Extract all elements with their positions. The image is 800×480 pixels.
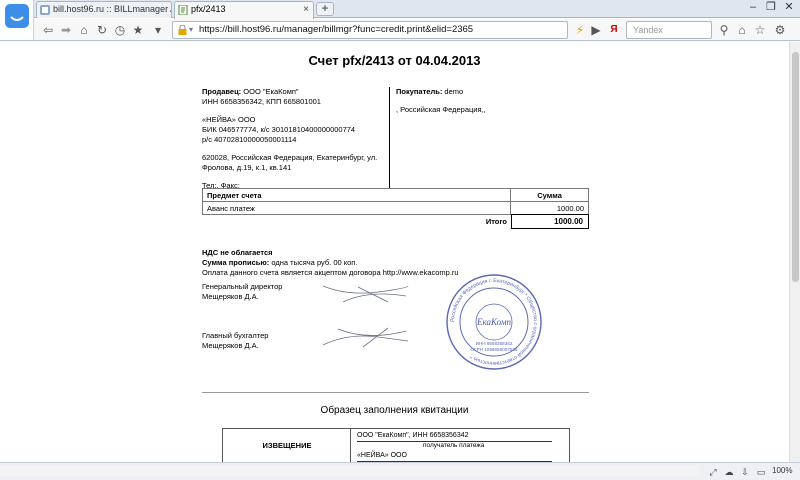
accountant-signature-block: Главный бухгалтер Мещеряков Д.А.: [202, 331, 322, 351]
director-title: Генеральный директор: [202, 282, 283, 291]
company-stamp-icon: Российская Федерация г. Екатеринбург * О…: [446, 274, 542, 370]
buyer-label: Покупатель:: [396, 87, 443, 96]
total-label: Итого: [485, 217, 507, 226]
receipt-section-title: Образец заполнения квитанции: [320, 405, 469, 416]
tab-bar: bill.host96.ru :: BILLmanager Adva... pf…: [0, 0, 800, 19]
close-window-icon[interactable]: ✕: [780, 0, 798, 16]
seller-address-line2: Фролова, д.19, к.1, кв.141: [202, 163, 292, 172]
status-bar: ⤢ ☁ ⇩ ▭ 100%: [0, 462, 800, 480]
buyer-block: Покупатель: demo , Российская Федерация,…: [396, 87, 586, 115]
invoice-title: Счет pfx/2413 от 04.04.2013: [308, 53, 481, 68]
tab-billmanager[interactable]: bill.host96.ru :: BILLmanager Adva...: [36, 1, 172, 18]
download-icon[interactable]: ⇩: [738, 466, 752, 478]
screen-icon[interactable]: ▭: [754, 466, 768, 478]
director-name: Мещеряков Д.А.: [202, 292, 259, 301]
accountant-signature-icon: [322, 327, 409, 348]
document-favicon-icon: [178, 4, 188, 16]
seller-name: ООО "ЕкаКомп": [243, 87, 299, 96]
tab-label: bill.host96.ru :: BILLmanager Adva...: [53, 4, 171, 14]
forward-icon[interactable]: ➡: [58, 22, 74, 38]
column-divider: [389, 87, 390, 188]
seller-block: Продавец: ООО "ЕкаКомп" ИНН 6658356342, …: [202, 87, 387, 191]
receipt-bank: «НЕЙВА» ООО: [357, 452, 407, 459]
amount-words: одна тысяча руб. 00 коп.: [271, 258, 358, 267]
cloud-icon[interactable]: ☁: [722, 466, 736, 478]
horizontal-scrollbar[interactable]: [0, 465, 700, 476]
total-row: Итого 1000.00: [202, 214, 589, 229]
lock-icon: [178, 24, 187, 35]
receipt-notice-label: ИЗВЕЩЕНИЕ: [262, 441, 312, 450]
director-signature-block: Генеральный директор Мещеряков Д.А.: [202, 282, 322, 302]
browser-logo-icon: [0, 0, 34, 40]
speed-dial-icon[interactable]: ⤢: [706, 466, 720, 478]
seller-bik: БИК 046577774, к/с 30101810400000000774: [202, 125, 356, 134]
search-placeholder: Yandex: [633, 25, 663, 35]
scrollbar-thumb[interactable]: [792, 52, 799, 282]
seller-address-line1: 620028, Российская Федерация, Екатеринбу…: [202, 153, 378, 162]
seller-bank: «НЕЙВА» ООО: [202, 115, 256, 124]
accountant-name: Мещеряков Д.А.: [202, 341, 259, 350]
sum-cell: 1000.00: [510, 201, 589, 215]
home-icon[interactable]: ⌂: [76, 22, 92, 38]
lightning-icon[interactable]: ⚡: [572, 22, 588, 38]
history-icon[interactable]: ◷: [112, 22, 128, 38]
search-input[interactable]: Yandex: [626, 21, 712, 39]
accountant-title: Главный бухгалтер: [202, 331, 269, 340]
back-icon[interactable]: ⇦: [40, 22, 56, 38]
page-favicon-icon: [40, 5, 50, 15]
vat-note: НДС не облагается: [202, 248, 273, 257]
item-cell: Аванс платеж: [201, 201, 512, 215]
items-table: Предмет счета Сумма Аванс платеж 1000.00: [201, 188, 589, 215]
tab-invoice[interactable]: pfx/2413 ×: [174, 1, 314, 19]
amount-words-label: Сумма прописью:: [202, 258, 270, 267]
home-page-icon[interactable]: ⌂: [734, 22, 750, 38]
buyer-name: demo: [444, 87, 464, 96]
settings-gear-icon[interactable]: ⚙: [772, 22, 788, 38]
stamp-center-text: ЕкаКомп: [476, 317, 512, 327]
address-bar[interactable]: ▾ https://bill.host96.ru/manager/billmgr…: [172, 21, 568, 39]
navigation-bar: ⇦ ➡ ⌂ ↻ ◷ ★ ▾ ▾ https://bill.host96.ru/m…: [0, 19, 800, 41]
receipt-form: ИЗВЕЩЕНИЕ ООО "ЕкаКомп", ИНН 6658356342 …: [222, 428, 570, 462]
reload-icon[interactable]: ↻: [94, 22, 110, 38]
menu-icon[interactable]: ▾: [150, 22, 166, 38]
chevron-down-icon: ▾: [189, 25, 194, 34]
seller-label: Продавец:: [202, 87, 242, 96]
zoom-level[interactable]: 100%: [772, 466, 792, 475]
restore-icon[interactable]: ❐: [762, 0, 780, 16]
tab-label: pfx/2413: [191, 4, 226, 14]
director-signature-icon: [322, 285, 409, 303]
url-text: https://bill.host96.ru/manager/billmgr?f…: [199, 24, 474, 35]
new-tab-button[interactable]: +: [316, 2, 334, 16]
seller-inn-kpp: ИНН 6658356342, КПП 665801001: [202, 97, 321, 106]
receipt-payee-caption: получатель платежа: [423, 442, 485, 449]
stamp-ogrn: ОГРН 1096658007536: [471, 347, 518, 352]
table-header-row: Предмет счета Сумма: [201, 188, 589, 202]
minimize-icon[interactable]: –: [744, 0, 762, 16]
stamp-inn: ИНН 6658356342: [476, 341, 513, 346]
section-divider: [202, 392, 589, 393]
column-header-sum: Сумма: [510, 188, 589, 202]
invoice-document: Счет pfx/2413 от 04.04.2013 Продавец: ОО…: [0, 42, 789, 462]
bookmarks-icon[interactable]: ★: [130, 22, 146, 38]
seller-account: р/с 40702810000050001114: [202, 135, 297, 144]
receipt-payee: ООО "ЕкаКомп", ИНН 6658356342: [357, 432, 469, 439]
close-tab-icon[interactable]: ×: [303, 2, 309, 17]
search-icon[interactable]: ⚲: [716, 22, 732, 38]
favorites-icon[interactable]: ☆: [752, 22, 768, 38]
go-icon[interactable]: ▶: [588, 22, 604, 38]
buyer-address: , Российская Федерация,,: [396, 105, 486, 114]
table-row: Аванс платеж 1000.00: [201, 201, 589, 215]
search-engine-icon[interactable]: Я: [606, 22, 622, 38]
vertical-scrollbar[interactable]: [789, 42, 800, 462]
column-header-item: Предмет счета: [201, 188, 512, 202]
total-value: 1000.00: [511, 214, 589, 229]
